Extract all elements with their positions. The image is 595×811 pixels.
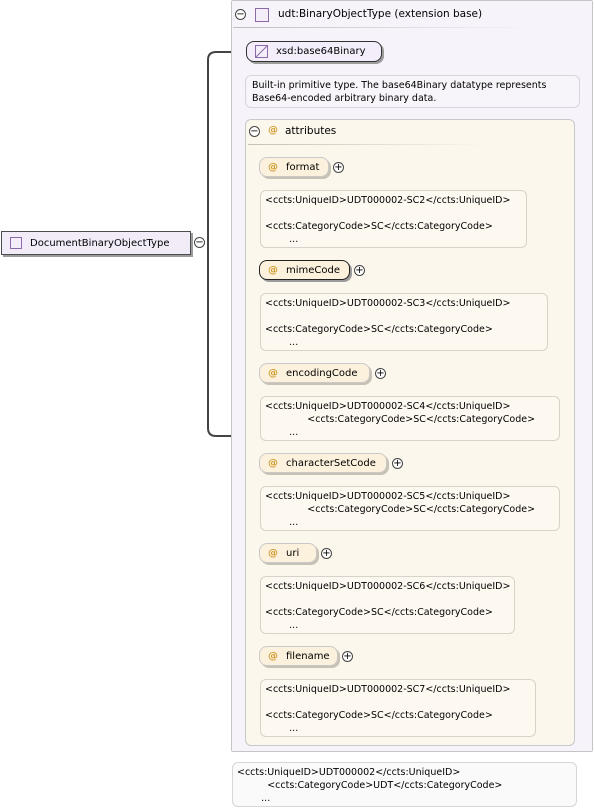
expand-charactersetcode-icon[interactable]: + — [392, 458, 403, 469]
expand-uri-icon[interactable]: + — [321, 548, 332, 559]
attribute-name: format — [286, 161, 320, 173]
annotation-charactersetcode: <ccts:UniqueID>UDT000002-SC5</ccts:Uniqu… — [260, 486, 560, 531]
simple-type-icon — [255, 45, 268, 58]
attribute-format[interactable]: @ format — [259, 157, 329, 177]
attribute-icon: @ — [268, 650, 278, 662]
element-node[interactable]: DocumentBinaryObjectType — [1, 231, 191, 255]
attribute-name: uri — [286, 547, 300, 559]
attributes-title: attributes — [285, 125, 337, 137]
annotation-mimecode: <ccts:UniqueID>UDT000002-SC3</ccts:Uniqu… — [260, 293, 548, 351]
type-header-divider — [233, 27, 533, 28]
annotation-uri: <ccts:UniqueID>UDT000002-SC6</ccts:Uniqu… — [260, 576, 515, 634]
attribute-name: characterSetCode — [286, 457, 376, 469]
annotation-encodingcode: <ccts:UniqueID>UDT000002-SC4</ccts:Uniqu… — [260, 396, 560, 441]
expand-filename-icon[interactable]: + — [342, 651, 353, 662]
attribute-name: encodingCode — [286, 367, 358, 379]
attributes-divider — [248, 144, 488, 145]
base-type-name: xsd:base64Binary — [276, 46, 366, 57]
base-documentation: Built-in primitive type. The base64Binar… — [245, 75, 580, 108]
expand-format-icon[interactable]: + — [333, 162, 344, 173]
collapse-element-icon[interactable]: − — [194, 237, 205, 248]
attribute-icon: @ — [268, 264, 278, 276]
collapse-type-icon[interactable]: − — [235, 9, 246, 20]
complex-type-icon — [10, 237, 22, 249]
base-type-node[interactable]: xsd:base64Binary — [246, 41, 382, 62]
collapse-attributes-icon[interactable]: − — [249, 126, 260, 137]
expand-mimecode-icon[interactable]: + — [354, 265, 365, 276]
complex-type-icon — [255, 8, 269, 22]
element-name: DocumentBinaryObjectType — [30, 237, 170, 249]
attribute-name: filename — [286, 650, 330, 662]
attribute-icon: @ — [268, 547, 278, 559]
attribute-filename[interactable]: @ filename — [259, 646, 338, 666]
attribute-icon: @ — [268, 161, 278, 173]
element-annotation: <ccts:UniqueID>UDT000002</ccts:UniqueID>… — [232, 762, 577, 807]
expand-encodingcode-icon[interactable]: + — [375, 368, 386, 379]
attribute-mimecode[interactable]: @ mimeCode — [259, 260, 350, 280]
attribute-icon: @ — [268, 125, 278, 136]
annotation-filename: <ccts:UniqueID>UDT000002-SC7</ccts:Uniqu… — [260, 679, 536, 737]
attribute-icon: @ — [268, 457, 278, 469]
attribute-encodingcode[interactable]: @ encodingCode — [259, 363, 370, 383]
type-title: udt:BinaryObjectType (extension base) — [278, 8, 483, 20]
attribute-charactersetcode[interactable]: @ characterSetCode — [259, 453, 387, 473]
annotation-format: <ccts:UniqueID>UDT000002-SC2</ccts:Uniqu… — [260, 190, 527, 248]
attribute-icon: @ — [268, 367, 278, 379]
attribute-name: mimeCode — [286, 264, 341, 276]
attribute-uri[interactable]: @ uri — [259, 543, 317, 563]
